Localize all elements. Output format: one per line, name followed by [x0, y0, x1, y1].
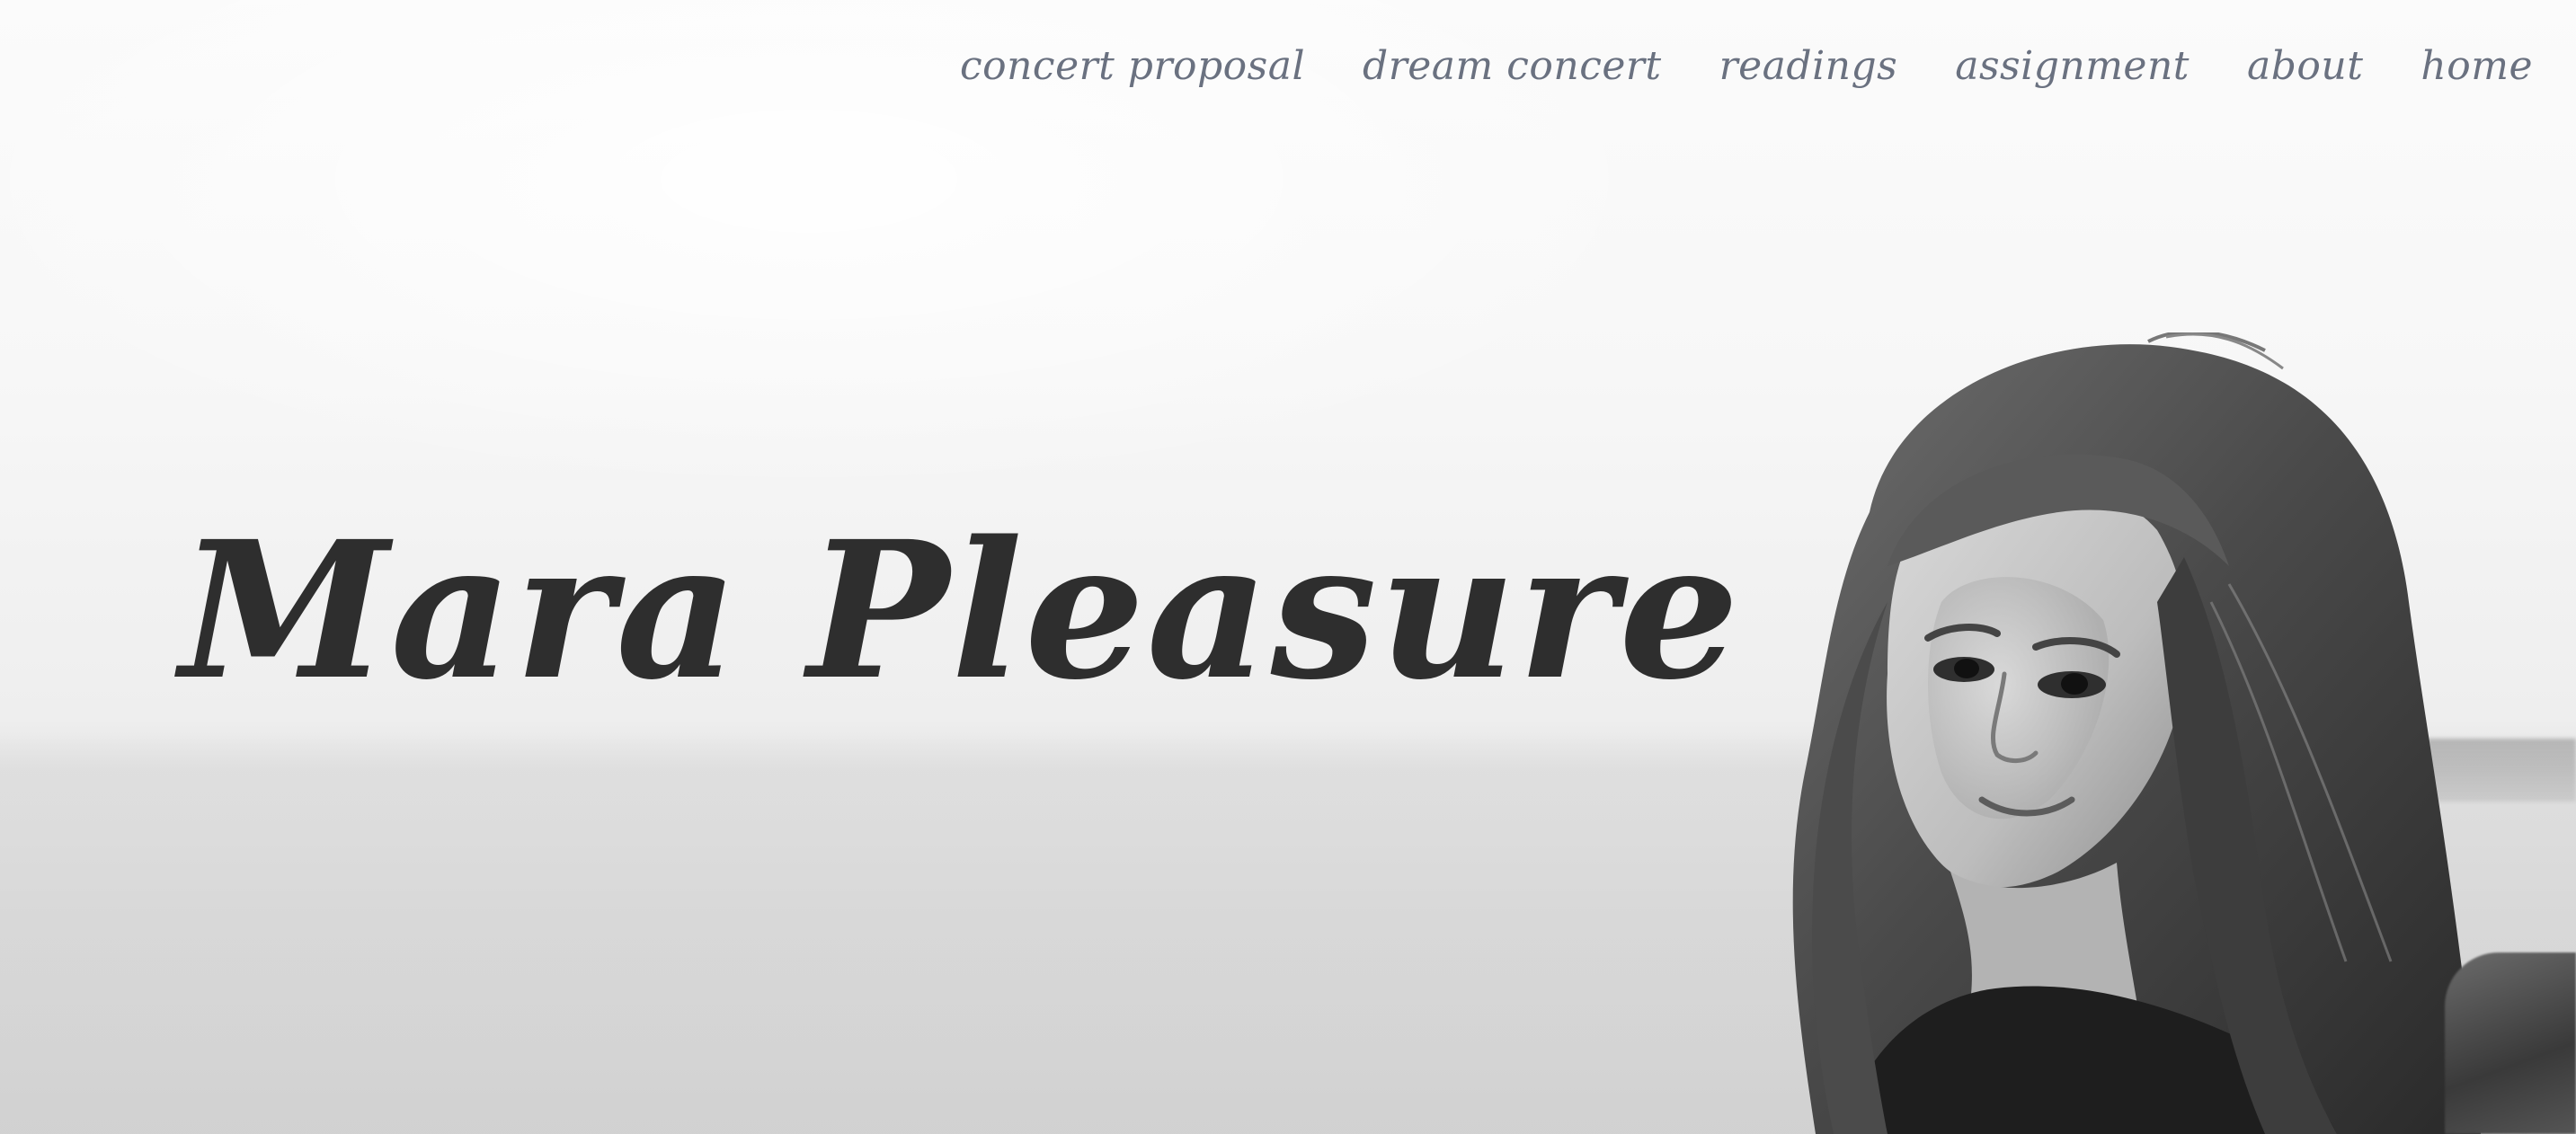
- portrait-illustration: [1792, 332, 2481, 1134]
- nav-link-readings[interactable]: readings: [1719, 43, 1898, 89]
- site-title: Mara Pleasure: [180, 500, 1741, 722]
- nav-link-assignment[interactable]: assignment: [1955, 43, 2190, 89]
- rocks: [2445, 952, 2576, 1134]
- nav-link-concert-proposal[interactable]: concert proposal: [960, 43, 1305, 89]
- main-navigation: concert proposal dream concert readings …: [960, 43, 2533, 89]
- nav-link-dream-concert[interactable]: dream concert: [1363, 43, 1662, 89]
- nav-link-home[interactable]: home: [2421, 43, 2533, 89]
- home-page: concert proposal dream concert readings …: [0, 0, 2576, 1134]
- portrait-photo: [1762, 332, 2517, 1134]
- nav-link-about[interactable]: about: [2247, 43, 2363, 89]
